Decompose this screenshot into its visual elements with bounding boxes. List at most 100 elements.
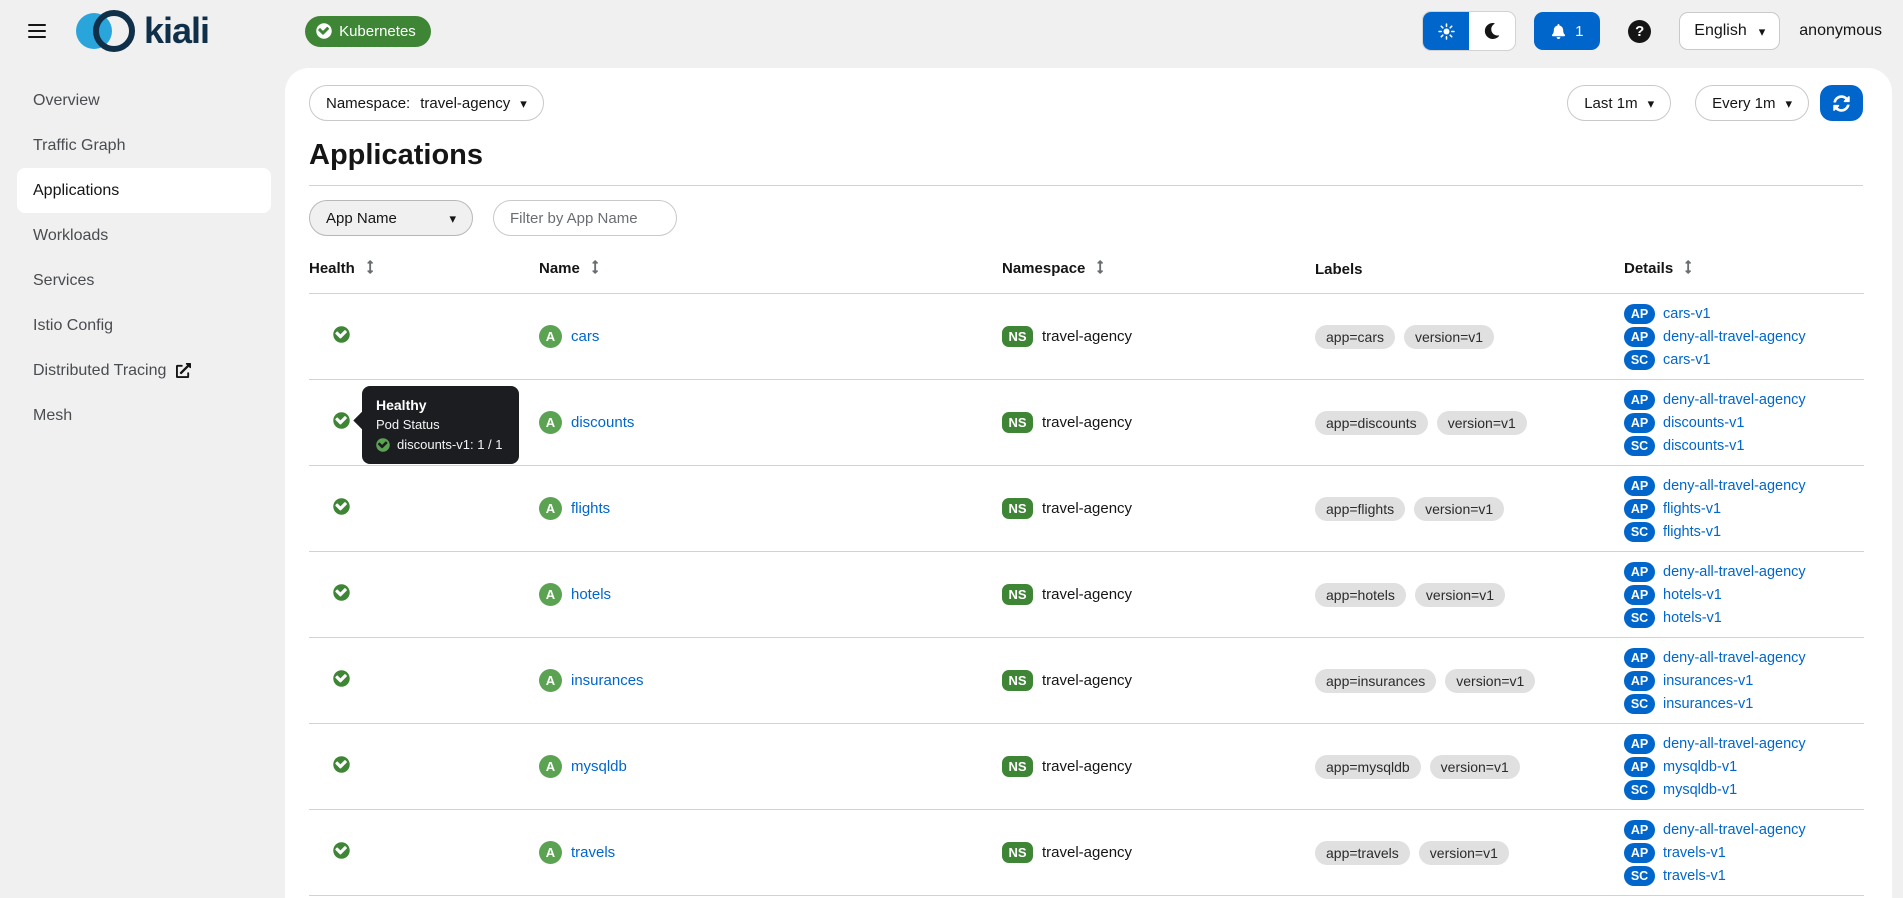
tooltip-subtitle: Pod Status	[376, 417, 440, 432]
istio-config-link[interactable]: flights-v1	[1663, 501, 1721, 517]
istio-config-link[interactable]: travels-v1	[1663, 868, 1726, 884]
app-link[interactable]: mysqldb	[571, 758, 627, 775]
app-link[interactable]: flights	[571, 500, 610, 517]
istio-config-badge: AP	[1624, 326, 1655, 347]
istio-config-link[interactable]: travels-v1	[1663, 845, 1726, 861]
sidebar-item-services[interactable]: Services	[0, 258, 283, 303]
column-header-name[interactable]: Name	[539, 246, 1002, 294]
istio-config-badge: SC	[1624, 521, 1655, 542]
app-link[interactable]: insurances	[571, 672, 644, 689]
sidebar-item-istio-config[interactable]: Istio Config	[0, 303, 283, 348]
sort-icon[interactable]	[591, 260, 599, 278]
istio-config-link[interactable]: deny-all-travel-agency	[1663, 329, 1806, 345]
health-ok-icon[interactable]	[333, 756, 350, 773]
istio-config-link[interactable]: insurances-v1	[1663, 673, 1753, 689]
label-pill: app=mysqldb	[1315, 754, 1421, 779]
namespace-badge: NS	[1002, 670, 1033, 691]
istio-config-link[interactable]: deny-all-travel-agency	[1663, 822, 1806, 838]
refresh-button[interactable]	[1820, 85, 1863, 121]
sidebar-item-label: Applications	[33, 181, 120, 199]
istio-config-link[interactable]: deny-all-travel-agency	[1663, 564, 1806, 580]
help-icon[interactable]: ?	[1628, 19, 1652, 43]
refresh-interval-dropdown[interactable]: Every 1m ▾	[1695, 85, 1809, 121]
istio-config-link[interactable]: deny-all-travel-agency	[1663, 392, 1806, 408]
column-header-namespace[interactable]: Namespace	[1002, 246, 1315, 294]
istio-config-link[interactable]: deny-all-travel-agency	[1663, 736, 1806, 752]
label-pill: version=v1	[1445, 668, 1536, 693]
tooltip-title: Healthy	[376, 397, 427, 413]
menu-toggle-icon[interactable]	[28, 24, 46, 38]
sort-icon[interactable]	[1096, 260, 1104, 278]
sidebar-item-workloads[interactable]: Workloads	[0, 213, 283, 258]
app-badge: A	[539, 411, 562, 434]
istio-config-link[interactable]: hotels-v1	[1663, 587, 1722, 603]
namespace-name: travel-agency	[1042, 672, 1133, 689]
check-circle-icon	[376, 437, 390, 452]
istio-config-badge: AP	[1624, 303, 1655, 324]
column-label: Namespace	[1002, 260, 1086, 277]
health-ok-icon[interactable]	[333, 498, 350, 515]
istio-config-link[interactable]: cars-v1	[1663, 306, 1711, 322]
istio-config-link[interactable]: deny-all-travel-agency	[1663, 478, 1806, 494]
duration-dropdown[interactable]: Last 1m ▾	[1567, 85, 1672, 121]
namespace-name: travel-agency	[1042, 758, 1133, 775]
sort-icon[interactable]	[366, 260, 374, 278]
istio-config-badge: SC	[1624, 779, 1655, 800]
dark-theme-button[interactable]	[1469, 12, 1515, 50]
caret-down-icon: ▾	[449, 210, 456, 226]
page-title: Applications	[309, 139, 484, 171]
username: anonymous	[1799, 22, 1882, 39]
sidebar-item-distributed-tracing[interactable]: Distributed Tracing	[0, 348, 283, 393]
caret-down-icon: ▾	[1758, 23, 1766, 39]
istio-config-link[interactable]: mysqldb-v1	[1663, 759, 1737, 775]
sort-icon[interactable]	[1684, 260, 1692, 278]
sidebar-item-mesh[interactable]: Mesh	[0, 393, 283, 438]
sidebar-item-overview[interactable]: Overview	[0, 78, 283, 123]
table-row: Acars NS travel-agency app=cars version=v1 AP…	[309, 293, 1864, 380]
istio-config-link[interactable]: discounts-v1	[1663, 438, 1744, 454]
health-ok-icon[interactable]	[333, 842, 350, 859]
istio-config-link[interactable]: flights-v1	[1663, 524, 1721, 540]
istio-config-link[interactable]: mysqldb-v1	[1663, 782, 1737, 798]
language-dropdown[interactable]: English ▾	[1679, 12, 1781, 50]
cluster-badge-label: Kubernetes	[339, 22, 416, 40]
filter-input[interactable]	[493, 200, 677, 236]
app-link[interactable]: discounts	[571, 414, 634, 431]
app-link[interactable]: hotels	[571, 586, 611, 603]
filter-type-dropdown[interactable]: App Name ▾	[309, 200, 473, 236]
health-tooltip: Healthy Pod Status discounts-v1: 1 / 1	[353, 386, 519, 464]
app-badge: A	[539, 497, 562, 520]
check-circle-icon	[316, 23, 332, 39]
column-header-health[interactable]: Health	[309, 246, 539, 294]
istio-config-link[interactable]: cars-v1	[1663, 352, 1711, 368]
sidebar-item-applications[interactable]: Applications	[17, 168, 271, 213]
namespace-dropdown[interactable]: Namespace: travel-agency ▾	[309, 85, 544, 121]
istio-config-badge: AP	[1624, 819, 1655, 840]
istio-config-badge: AP	[1624, 475, 1655, 496]
istio-config-badge: AP	[1624, 498, 1655, 519]
istio-config-badge: AP	[1624, 412, 1655, 433]
istio-config-link[interactable]: hotels-v1	[1663, 610, 1722, 626]
table-row: Ainsurances NS travel-agency app=insurances…	[309, 637, 1864, 724]
istio-config-link[interactable]: deny-all-travel-agency	[1663, 650, 1806, 666]
table-row: Aflights NS travel-agency app=flights versio…	[309, 465, 1864, 552]
namespace-label: Namespace:	[326, 94, 411, 112]
app-link[interactable]: cars	[571, 328, 599, 345]
istio-config-link[interactable]: insurances-v1	[1663, 696, 1753, 712]
notifications-button[interactable]: 1	[1534, 12, 1601, 50]
health-ok-icon[interactable]	[333, 412, 350, 429]
table-row: Ahotels NS travel-agency app=hotels version=…	[309, 551, 1864, 638]
health-ok-icon[interactable]	[333, 670, 350, 687]
istio-config-badge: SC	[1624, 435, 1655, 456]
health-ok-icon[interactable]	[333, 326, 350, 343]
column-header-details[interactable]: Details	[1624, 246, 1864, 294]
namespace-name: travel-agency	[1042, 328, 1133, 345]
kiali-logo[interactable]: kiali	[76, 9, 210, 53]
istio-config-link[interactable]: discounts-v1	[1663, 415, 1744, 431]
light-theme-button[interactable]	[1423, 12, 1470, 50]
app-link[interactable]: travels	[571, 844, 615, 861]
sidebar-item-traffic-graph[interactable]: Traffic Graph	[0, 123, 283, 168]
sun-icon	[1438, 22, 1455, 40]
column-label: Name	[539, 260, 580, 277]
health-ok-icon[interactable]	[333, 584, 350, 601]
